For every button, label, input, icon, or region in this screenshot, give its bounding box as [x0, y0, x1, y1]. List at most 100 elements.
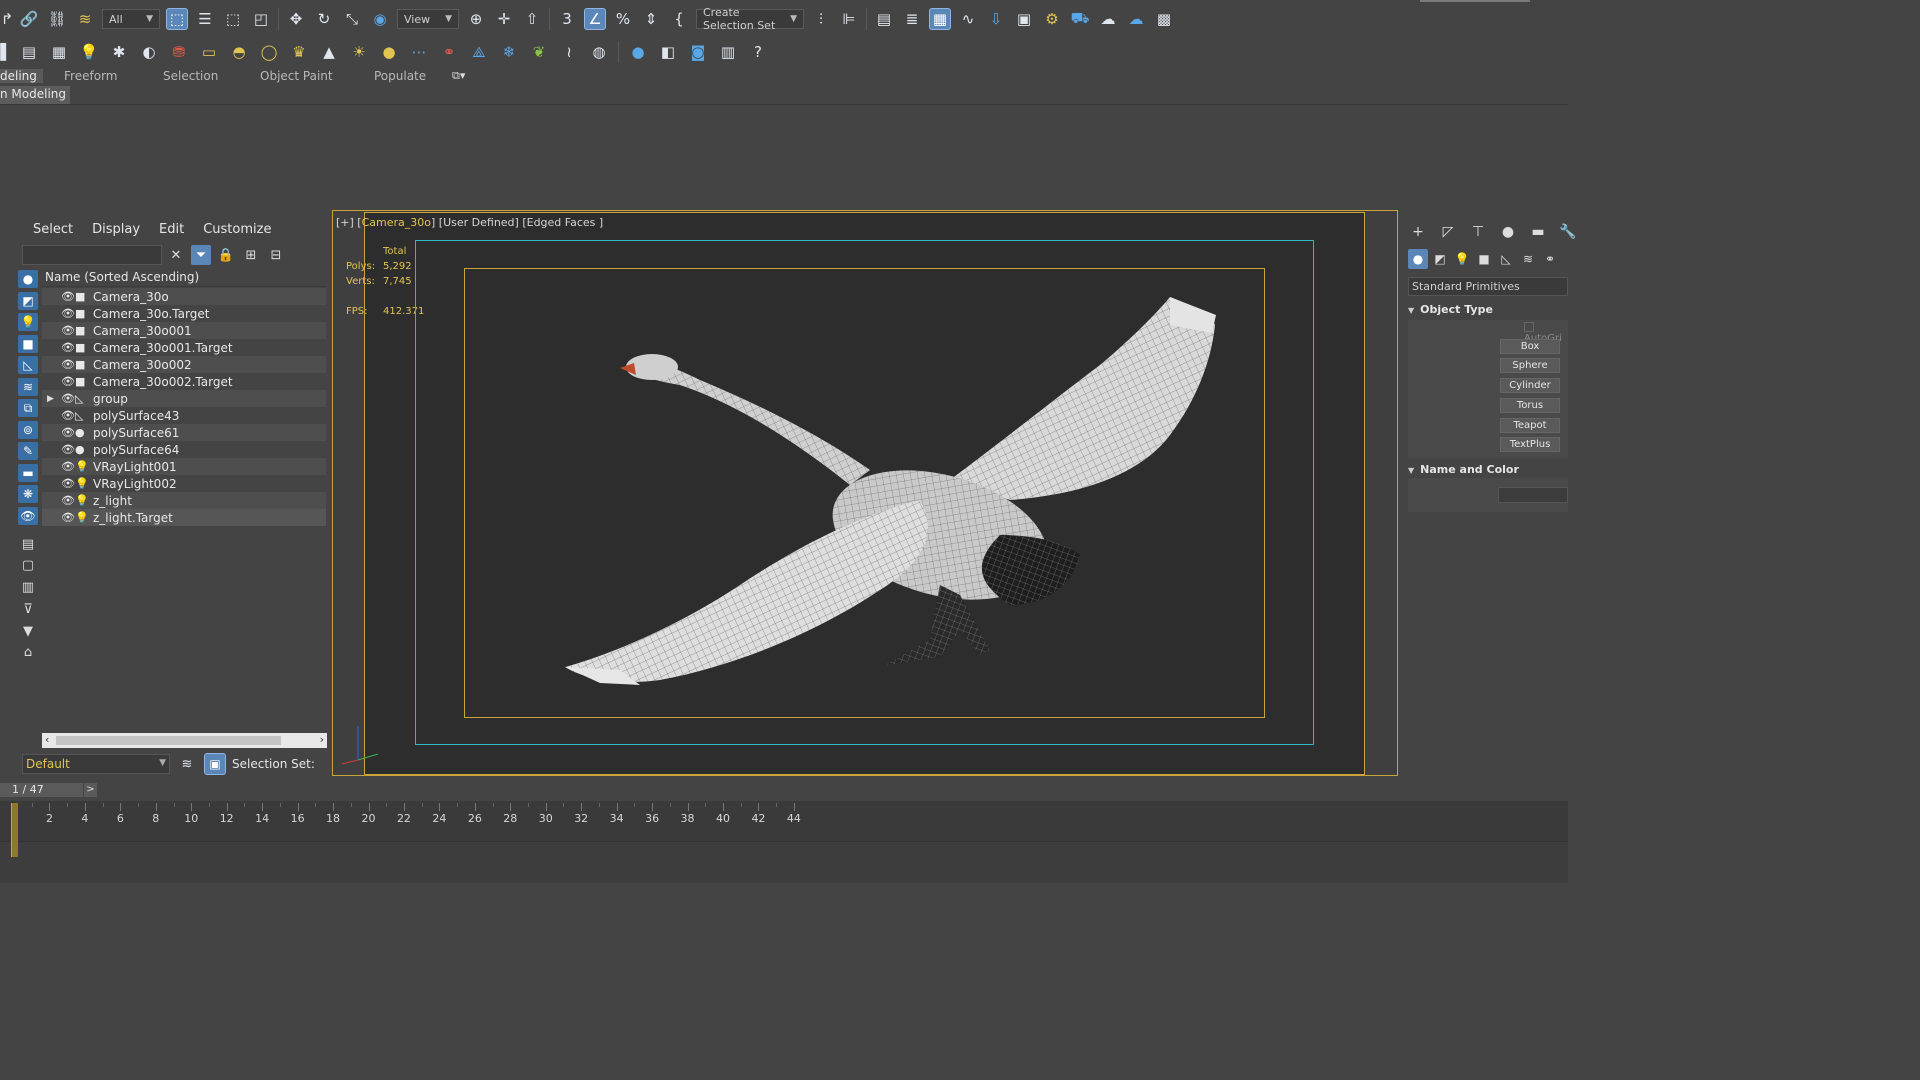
render-iterative-icon[interactable]: ▩ — [1153, 8, 1175, 30]
motion-tab-icon[interactable]: ● — [1498, 222, 1518, 242]
menu-customize[interactable]: Customize — [203, 222, 271, 237]
eye-icon[interactable]: 👁 — [61, 375, 75, 388]
tab-freeform[interactable]: Freeform — [64, 69, 117, 83]
groups-filter-icon[interactable]: ⧉ — [18, 399, 38, 417]
geometry-category-icon[interactable]: ● — [1408, 249, 1428, 269]
modify-tab-icon[interactable]: ◸ — [1438, 222, 1458, 242]
layer-dropdown[interactable]: Default ▼ — [22, 754, 170, 774]
lights-category-icon[interactable]: 💡 — [1452, 249, 1472, 269]
dome-icon[interactable]: ◓ — [228, 41, 250, 63]
shapes-category-icon[interactable]: ◩ — [1430, 249, 1450, 269]
ribbon-subtab[interactable]: n Modeling — [0, 86, 71, 104]
spinner-snap-icon[interactable]: ⇕ — [640, 8, 662, 30]
tab-populate[interactable]: Populate — [374, 69, 426, 83]
containers-filter-icon[interactable]: ▬ — [18, 463, 38, 482]
list-item[interactable]: 👁 ◺ polySurface43 — [42, 407, 326, 424]
eye-icon[interactable]: 👁 — [61, 324, 75, 337]
bind-spacewarp-icon[interactable]: ≋ — [74, 8, 96, 30]
viewport-camera-name[interactable]: Camera_30o — [362, 216, 431, 229]
viewport-menu-plus[interactable]: [+] [ — [336, 216, 362, 229]
list-item[interactable]: 👁 ● polySurface61 — [42, 424, 326, 441]
place-icon[interactable]: ◉ — [369, 8, 391, 30]
render-production-icon[interactable]: ☁ — [1097, 8, 1119, 30]
snaps-toggle-icon[interactable]: 3 — [556, 8, 578, 30]
rendered-frame-window-icon[interactable]: ⛟ — [1069, 8, 1091, 30]
reference-coord-dropdown[interactable]: View ▼ — [397, 9, 459, 29]
ribbon-options-icon[interactable]: ⧉▾ — [452, 69, 465, 83]
torus-button[interactable]: Torus — [1500, 398, 1560, 413]
list-item[interactable]: 👁 💡 VRayLight001 — [42, 458, 326, 475]
checkbox-box[interactable] — [1524, 322, 1534, 332]
clear-search-icon[interactable]: ✕ — [166, 245, 186, 265]
layer-manager-icon[interactable]: ⌂ — [18, 644, 38, 662]
select-manipulate-icon[interactable]: ✛ — [493, 8, 515, 30]
spacewarp-icon[interactable]: ◐ — [138, 41, 160, 63]
list-item[interactable]: 👁 ■ Camera_30o.Target — [42, 305, 326, 322]
column-header-name[interactable]: Name (Sorted Ascending) — [42, 268, 326, 287]
angle-snap-icon[interactable]: ∠ — [584, 8, 606, 30]
schematic-view-icon[interactable]: ⇩ — [985, 8, 1007, 30]
sphere-button[interactable]: Sphere — [1500, 358, 1560, 373]
utilities-tab-icon[interactable]: 🔧 — [1558, 222, 1578, 242]
vfb-icon[interactable]: ◙ — [687, 41, 709, 63]
eye-icon[interactable]: 👁 — [61, 494, 75, 507]
systems-category-icon[interactable]: ⚭ — [1540, 249, 1560, 269]
scene-explorer-search-input[interactable] — [22, 245, 162, 265]
named-selection-dropdown[interactable]: Create Selection Set ▼ — [696, 6, 804, 32]
rollout-name-and-color[interactable]: ▼ Name and Color — [1408, 463, 1568, 476]
link-icon[interactable]: 🔗 — [18, 8, 40, 30]
tab-object-paint[interactable]: Object Paint — [260, 69, 333, 83]
scene-explorer-toggle-icon[interactable]: ▤ — [873, 8, 895, 30]
eye-icon[interactable]: 👁 — [61, 511, 75, 524]
hair-icon[interactable]: ≀ — [558, 41, 580, 63]
list-item[interactable]: 👁 💡 VRayLight002 — [42, 475, 326, 492]
spacewarps-category-icon[interactable]: ≋ — [1518, 249, 1538, 269]
sphere-light-icon[interactable]: ◯ — [258, 41, 280, 63]
lock-icon[interactable]: 🔒 — [216, 245, 236, 265]
align-icon[interactable]: ⊫ — [838, 8, 860, 30]
list-item[interactable]: 👁 ■ Camera_30o001.Target — [42, 339, 326, 356]
list-icon[interactable]: ▤ — [18, 41, 40, 63]
redo-arrow-icon[interactable]: ↱ — [1, 8, 14, 30]
spacewarps-filter-icon[interactable]: ≋ — [18, 377, 38, 396]
layers-icon[interactable]: ≋ — [176, 753, 198, 775]
eye-icon[interactable]: 👁 — [61, 477, 75, 490]
select-all-icon[interactable]: ▤ — [18, 535, 38, 553]
material-editor-icon[interactable]: ▣ — [1013, 8, 1035, 30]
grid-panel-icon[interactable]: ▦ — [48, 41, 70, 63]
toggle-ribbon-icon[interactable]: ▦ — [929, 8, 951, 30]
eye-icon[interactable]: 👁 — [61, 358, 75, 371]
viewport-label[interactable]: [+] [Camera_30o] [User Defined] [Edged F… — [336, 216, 603, 229]
eye-icon[interactable]: 👁 — [61, 392, 75, 405]
time-slider-handle[interactable] — [11, 803, 18, 857]
geometry-filter-icon[interactable]: ● — [18, 270, 38, 288]
scatter-icon[interactable]: ❦ — [528, 41, 550, 63]
layer-explorer-icon[interactable]: ≣ — [901, 8, 923, 30]
volume-grid-icon[interactable]: ❄ — [498, 41, 520, 63]
window-crossing-icon[interactable]: ◰ — [250, 8, 272, 30]
light-lister-icon[interactable]: 💡 — [78, 41, 100, 63]
material-sphere-icon[interactable]: ● — [627, 41, 649, 63]
list-item[interactable]: 👁 💡 z_light — [42, 492, 326, 509]
horizontal-scrollbar[interactable]: ‹ › — [42, 733, 327, 748]
rollout-object-type[interactable]: ▼ Object Type — [1408, 303, 1568, 316]
hidden-filter-icon[interactable]: 👁 — [18, 506, 38, 525]
unlink-icon[interactable]: ⛓ — [46, 8, 68, 30]
menu-edit[interactable]: Edit — [159, 222, 184, 237]
xrefs-filter-icon[interactable]: ⊚ — [18, 420, 38, 439]
list-item[interactable]: 👁 ■ Camera_30o — [42, 288, 326, 305]
rect-selection-icon[interactable]: ⬚ — [222, 8, 244, 30]
panel-icon[interactable]: ▌ — [0, 41, 12, 63]
list-item[interactable]: ▶ 👁 ◺ group — [42, 390, 326, 407]
track-bar-keys[interactable] — [0, 841, 1568, 883]
mirror-icon[interactable]: ⫶ — [810, 8, 832, 30]
swan-model[interactable] — [540, 285, 1240, 695]
track-bar[interactable] — [0, 801, 1568, 841]
layer-hierarchy-icon[interactable]: ⊟ — [266, 245, 286, 265]
selection-filter-dropdown[interactable]: All ▼ — [102, 9, 160, 29]
shapes-filter-icon[interactable]: ◩ — [18, 291, 38, 310]
scrollbar-thumb[interactable] — [56, 736, 281, 745]
object-name-field[interactable] — [1498, 487, 1568, 503]
select-object-icon[interactable]: ⬚ — [166, 8, 188, 30]
sun-icon[interactable]: ☀ — [348, 41, 370, 63]
